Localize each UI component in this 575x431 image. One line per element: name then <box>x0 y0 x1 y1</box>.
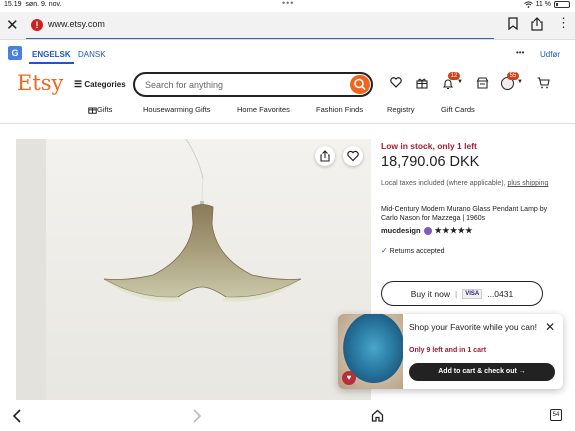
nav-registry[interactable]: Registry <box>387 105 415 114</box>
popup-title: Shop your Favorite while you can! <box>409 322 538 332</box>
etsy-logo[interactable]: Etsy <box>17 71 63 95</box>
stock-alert: Low in stock, only 1 left <box>381 141 477 151</box>
security-warning-icon[interactable]: ! <box>31 19 43 31</box>
star-seller-icon <box>423 226 432 235</box>
tax-note: Local taxes included (where applicable),… <box>381 180 549 187</box>
url-text[interactable]: www.etsy.com <box>48 19 105 29</box>
rating-stars[interactable]: ★★★★★ <box>435 226 473 235</box>
account-button[interactable]: 55 ▼ <box>501 72 523 95</box>
pendant-lamp-image <box>16 139 302 400</box>
more-options-icon[interactable]: ⋮ <box>557 15 570 31</box>
translate-icon[interactable]: G <box>8 46 22 60</box>
product-title: Mid-Century Modern Murano Glass Pendant … <box>381 206 548 222</box>
share-icon[interactable] <box>531 17 543 31</box>
heart-icon <box>347 150 359 162</box>
card-last-digits: ...0431 <box>487 288 514 299</box>
notifications-button[interactable]: 12 ▼ <box>442 72 463 95</box>
wifi-icon <box>523 1 533 8</box>
visa-icon: VISA <box>462 288 483 299</box>
nav-gift-cards[interactable]: Gift Cards <box>441 105 475 114</box>
buy-now-button[interactable]: Buy it now | VISA ...0431 <box>381 281 543 306</box>
bookmark-icon[interactable] <box>508 17 518 30</box>
nav-housewarming[interactable]: Housewarming Gifts <box>143 105 211 114</box>
etsy-header: Etsy ☰ Categories Search for anything 12… <box>0 67 575 123</box>
back-icon[interactable] <box>12 409 22 423</box>
categories-button[interactable]: ☰ Categories <box>74 79 126 90</box>
header-divider <box>0 123 575 124</box>
translate-more-icon[interactable]: ••• <box>516 48 524 57</box>
share-image-button[interactable] <box>315 146 335 166</box>
lang-danish[interactable]: DANSK <box>78 50 106 59</box>
battery-icon <box>554 1 570 8</box>
lang-english[interactable]: ENGELSK <box>29 50 74 64</box>
shop-info: mucdesign ★★★★★ <box>381 226 473 235</box>
chevron-down-icon: ▼ <box>517 79 523 85</box>
status-right: 11 % <box>523 1 570 8</box>
multitask-dots[interactable]: ••• <box>282 0 294 8</box>
price: 18,790.06 DKK <box>381 154 480 170</box>
browser-bottom-bar: 54 <box>0 404 575 431</box>
shop-manager-icon[interactable] <box>476 77 489 89</box>
check-icon: ✓ <box>381 246 388 255</box>
forward-icon[interactable] <box>192 409 202 423</box>
translate-done-button[interactable]: Udfør <box>540 50 560 59</box>
close-tab-icon[interactable]: ✕ <box>6 16 19 34</box>
home-icon[interactable] <box>371 409 384 422</box>
favorites-heart-icon[interactable] <box>390 77 402 88</box>
category-nav: Gifts Housewarming Gifts Home Favorites … <box>0 105 575 121</box>
shop-name[interactable]: mucdesign <box>381 226 421 235</box>
menu-icon: ☰ <box>74 79 83 89</box>
nav-gifts[interactable]: Gifts <box>88 105 112 115</box>
nav-fashion-finds[interactable]: Fashion Finds <box>316 105 363 114</box>
load-progress <box>26 38 494 39</box>
url-field[interactable]: ! www.etsy.com <box>26 16 494 39</box>
popup-thumbnail[interactable]: ♥ <box>338 314 403 389</box>
popup-stock-text: Only 9 left and in 1 cart <box>409 347 487 354</box>
battery-percent: 11 % <box>535 1 551 8</box>
search-icon <box>354 78 366 91</box>
browser-address-bar: ✕ ! www.etsy.com ⋮ <box>0 12 575 40</box>
gift-icon <box>88 107 97 114</box>
chevron-down-icon: ▼ <box>457 79 463 85</box>
translate-bar: G ENGELSK DANSK ••• Udfør <box>0 41 575 67</box>
returns-info: ✓ Returns accepted <box>381 246 445 255</box>
cart-icon[interactable] <box>537 77 550 89</box>
product-image[interactable] <box>16 139 371 400</box>
separator: | <box>454 288 458 299</box>
heart-icon: ♥ <box>342 371 356 385</box>
tab-switcher-button[interactable]: 54 <box>550 409 562 421</box>
search-placeholder: Search for anything <box>145 80 224 90</box>
status-bar: 15.19 søn. 9. nov. ••• 11 % <box>0 0 575 12</box>
nav-home-favorites[interactable]: Home Favorites <box>237 105 290 114</box>
add-to-cart-checkout-button[interactable]: Add to cart & check out → <box>409 363 555 381</box>
shipping-link[interactable]: plus shipping <box>507 180 548 187</box>
share-icon <box>320 150 330 162</box>
favorite-button[interactable] <box>343 146 363 166</box>
close-icon[interactable]: ✕ <box>545 320 555 334</box>
search-button[interactable] <box>350 75 370 94</box>
favorite-reminder-popup: ♥ Shop your Favorite while you can! Only… <box>338 314 563 389</box>
gift-icon[interactable] <box>416 77 428 89</box>
status-time: 15.19 søn. 9. nov. <box>4 1 62 8</box>
search-input[interactable]: Search for anything <box>133 72 373 97</box>
